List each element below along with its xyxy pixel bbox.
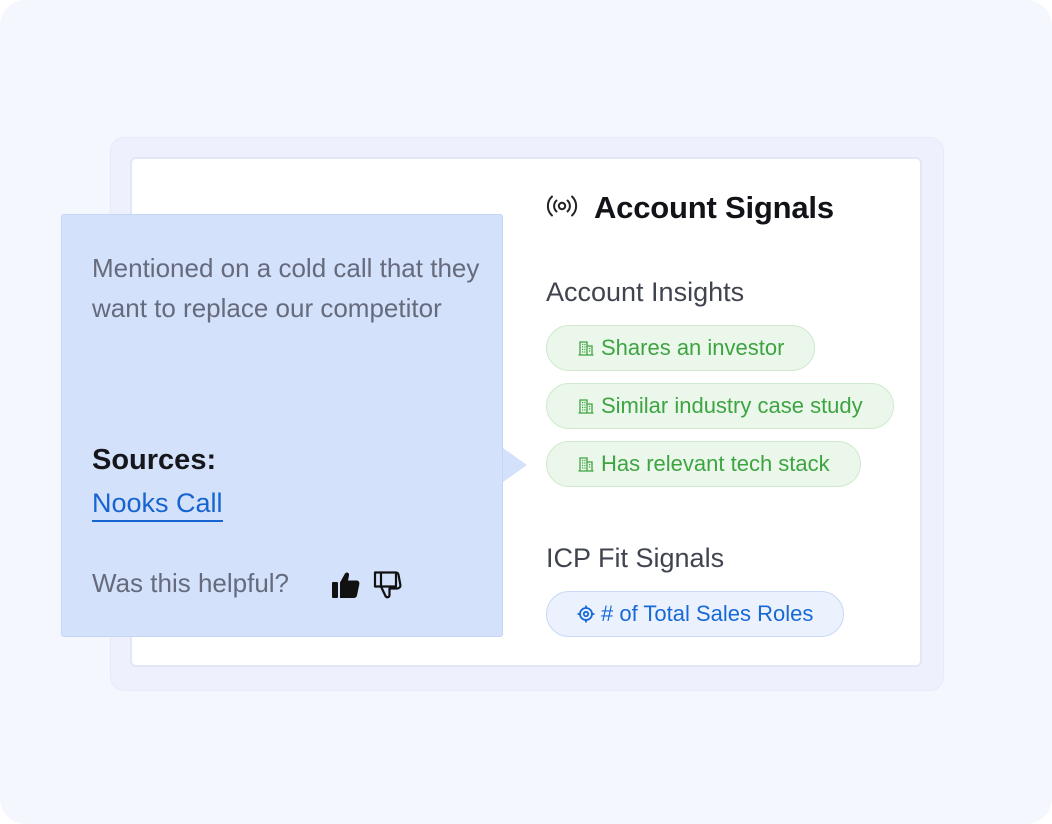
icp-pill-label: # of Total Sales Roles	[601, 601, 814, 626]
helpful-prompt: Was this helpful?	[92, 568, 290, 598]
popover-pointer	[503, 448, 527, 482]
insight-pill-label: Shares an investor	[601, 335, 785, 360]
insight-pill-investor[interactable]: Shares an investor	[546, 325, 816, 371]
signal-detail-text: Mentioned on a cold call that they want …	[92, 253, 480, 323]
insight-pill-label: Has relevant tech stack	[601, 451, 830, 476]
insight-pill-label: Similar industry case study	[601, 393, 863, 418]
thumbs-up-icon[interactable]	[330, 569, 362, 601]
source-link-nooks-call[interactable]: Nooks Call	[92, 488, 223, 522]
account-signals-title: Account Signals	[594, 190, 834, 225]
building-icon	[577, 455, 595, 473]
building-icon	[577, 397, 595, 415]
insight-pill-tech-stack[interactable]: Has relevant tech stack	[546, 441, 861, 487]
target-icon	[577, 605, 595, 623]
sources-label: Sources:	[92, 444, 217, 476]
icp-fit-signals-heading: ICP Fit Signals	[546, 543, 725, 573]
insight-pill-case-study[interactable]: Similar industry case study	[546, 383, 894, 429]
thumbs-down-icon[interactable]	[372, 569, 404, 601]
account-signals-header: Account Signals	[546, 188, 834, 228]
icp-pill-total-sales-roles[interactable]: # of Total Sales Roles	[546, 591, 845, 637]
account-insights-heading: Account Insights	[546, 277, 745, 307]
broadcast-icon	[546, 194, 594, 223]
building-icon	[577, 339, 595, 357]
